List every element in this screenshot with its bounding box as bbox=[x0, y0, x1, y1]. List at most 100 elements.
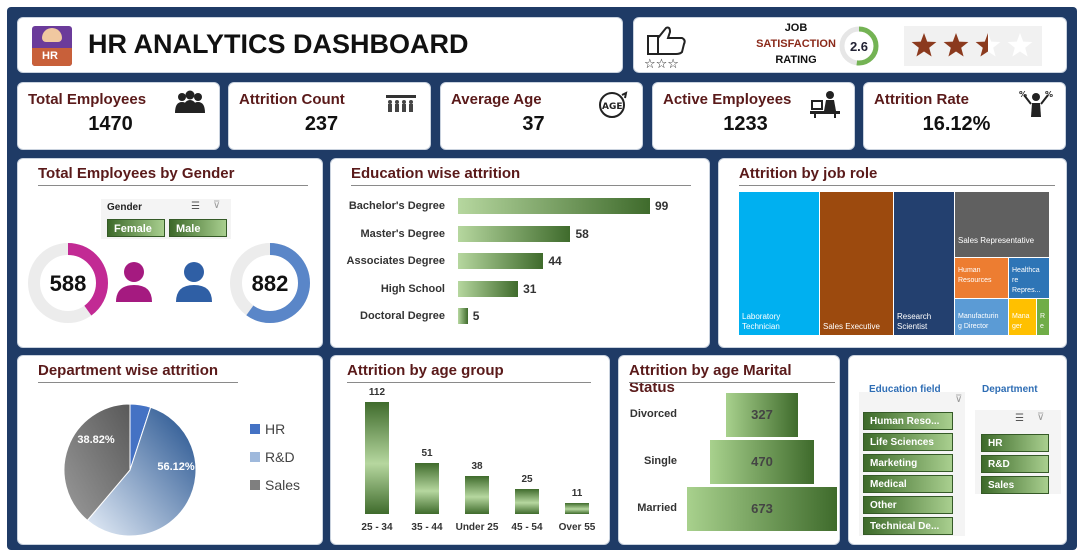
bar bbox=[458, 198, 650, 214]
svg-text:☆☆☆: ☆☆☆ bbox=[644, 57, 679, 70]
legend-label: HR bbox=[265, 421, 285, 437]
job-role-title: Attrition by job role bbox=[739, 165, 878, 182]
treemap-tile: Re bbox=[1037, 299, 1049, 335]
bar-value: 51 bbox=[421, 448, 433, 459]
female-count: 588 bbox=[49, 271, 87, 296]
department-multi-select-icon[interactable]: ☰ bbox=[1015, 413, 1024, 424]
treemap-label: Research Scientist bbox=[897, 312, 932, 331]
bar-value: 112 bbox=[368, 387, 386, 398]
pie-label: 5.06% bbox=[128, 394, 159, 406]
treemap-label: Sales Executive bbox=[823, 322, 880, 331]
treemap-label: Laboratory Technician bbox=[742, 312, 781, 331]
education-clear-filter-icon[interactable]: ⊽ bbox=[955, 394, 962, 405]
bar bbox=[565, 503, 589, 514]
kpi-label: Average Age bbox=[451, 91, 542, 108]
department-slicer-title: Department bbox=[982, 384, 1038, 395]
bar bbox=[458, 225, 571, 242]
department-card: Department wise attrition 5.06% 56.12% 38.… bbox=[17, 355, 323, 545]
treemap-label: Human Resources bbox=[958, 267, 992, 284]
treemap-label: Re bbox=[1040, 313, 1046, 330]
male-icon bbox=[176, 262, 212, 302]
education-slicer-item[interactable]: Marketing bbox=[863, 454, 953, 472]
gender-card: Total Employees by Gender Gender ☰ ⊽ Fem… bbox=[17, 158, 323, 348]
kpi-label: Total Employees bbox=[28, 91, 147, 108]
kpi-label: Active Employees bbox=[663, 91, 792, 108]
thumbs-up-icon: ☆☆☆ bbox=[644, 26, 686, 70]
education-attrition-card: Education wise attrition Bachelor's Degr… bbox=[330, 158, 710, 348]
bar-value: 99 bbox=[655, 199, 669, 213]
header-card: HR HR ANALYTICS DASHBOARD bbox=[17, 17, 623, 73]
bar-label: Over 55 bbox=[558, 522, 596, 533]
bar bbox=[458, 280, 519, 297]
treemap-tile: Human Resources bbox=[955, 258, 1008, 298]
funnel-value: 673 bbox=[751, 501, 773, 516]
kpi-card: Attrition Count 237 bbox=[228, 82, 431, 150]
bar-value: 31 bbox=[523, 281, 537, 296]
funnel-value: 327 bbox=[751, 407, 773, 422]
job-role-card: Attrition by job role Laboratory Technici… bbox=[718, 158, 1067, 348]
desk-worker-icon bbox=[808, 89, 842, 124]
funnel-label: Divorced bbox=[629, 408, 677, 420]
star-rating bbox=[904, 26, 1042, 66]
page-title: HR ANALYTICS DASHBOARD bbox=[88, 29, 469, 59]
bar-label: 35 - 44 bbox=[411, 522, 443, 533]
legend-label: Sales bbox=[265, 477, 300, 493]
hr-logo: HR bbox=[32, 26, 72, 66]
education-slicer-item[interactable]: Life Sciences bbox=[863, 433, 953, 451]
legend-swatch bbox=[250, 452, 260, 462]
age-icon: AGE bbox=[596, 89, 630, 124]
person-percent-icon: %% bbox=[1019, 89, 1053, 124]
bar-label: Master's Degree bbox=[360, 227, 445, 240]
svg-text:AGE: AGE bbox=[602, 102, 623, 112]
female-icon bbox=[116, 262, 152, 302]
bar-label: Under 25 bbox=[455, 522, 499, 533]
education-slicer-item[interactable]: Other bbox=[863, 496, 953, 514]
pie-label: 38.82% bbox=[77, 434, 115, 446]
kpi-card: Attrition Rate 16.12%%% bbox=[863, 82, 1066, 150]
bar-value: 44 bbox=[548, 254, 562, 268]
bar-value: 25 bbox=[521, 474, 533, 485]
funnel-label: Married bbox=[637, 502, 677, 514]
treemap-label: Sales Representative bbox=[958, 236, 1035, 245]
star-fill bbox=[911, 33, 937, 57]
education-slicer-item[interactable]: Medical bbox=[863, 475, 953, 493]
treemap-tile: Sales Executive bbox=[820, 192, 893, 335]
bar bbox=[515, 489, 539, 514]
bar-value: 38 bbox=[471, 461, 483, 472]
kpi-card: Active Employees 1233 bbox=[652, 82, 855, 150]
age-group-card: Attrition by age group 112 25 - 34 51 35 - … bbox=[330, 355, 610, 545]
kpi-label: Attrition Count bbox=[239, 91, 345, 108]
bar-label: Bachelor's Degree bbox=[348, 200, 445, 212]
funnel-value: 470 bbox=[751, 454, 773, 469]
group-icon bbox=[173, 89, 207, 122]
treemap-label: Mana ger bbox=[1012, 313, 1030, 330]
people-leaving-icon bbox=[384, 89, 418, 122]
svg-text:%: % bbox=[1045, 90, 1053, 99]
bar-value: 58 bbox=[575, 226, 589, 241]
treemap-tile: Research Scientist bbox=[894, 192, 954, 335]
svg-text:%: % bbox=[1019, 90, 1027, 99]
bar-value: 11 bbox=[571, 488, 583, 499]
education-slicer-item[interactable]: Technical De... bbox=[863, 517, 953, 535]
slicers-card: Education field Department ⊽ ☰ ⊽ Human R… bbox=[848, 355, 1067, 545]
pie-label: 56.12% bbox=[157, 461, 195, 473]
department-slicer-item[interactable]: HR bbox=[981, 434, 1049, 452]
hr-logo-text: HR bbox=[42, 50, 58, 62]
bar bbox=[365, 402, 389, 514]
bar bbox=[458, 308, 468, 324]
treemap-tile: Manufacturin g Director bbox=[955, 299, 1008, 335]
marital-card: Attrition by age Marital Status 327 Divor… bbox=[618, 355, 840, 545]
satisfaction-label-1: JOB bbox=[784, 22, 808, 34]
education-slicer-item[interactable]: Human Reso... bbox=[863, 412, 953, 430]
department-slicer-item[interactable]: R&D bbox=[981, 455, 1049, 473]
legend-swatch bbox=[250, 424, 260, 434]
department-slicer-item[interactable]: Sales bbox=[981, 476, 1049, 494]
bar-label: High School bbox=[380, 282, 445, 295]
star-fill bbox=[943, 33, 969, 57]
bar bbox=[458, 253, 544, 269]
bar-label: Doctoral Degree bbox=[360, 310, 445, 322]
bar-label: Associates Degree bbox=[346, 255, 445, 267]
bar bbox=[465, 476, 489, 514]
department-clear-filter-icon[interactable]: ⊽ bbox=[1037, 412, 1044, 423]
male-count: 882 bbox=[251, 271, 289, 296]
